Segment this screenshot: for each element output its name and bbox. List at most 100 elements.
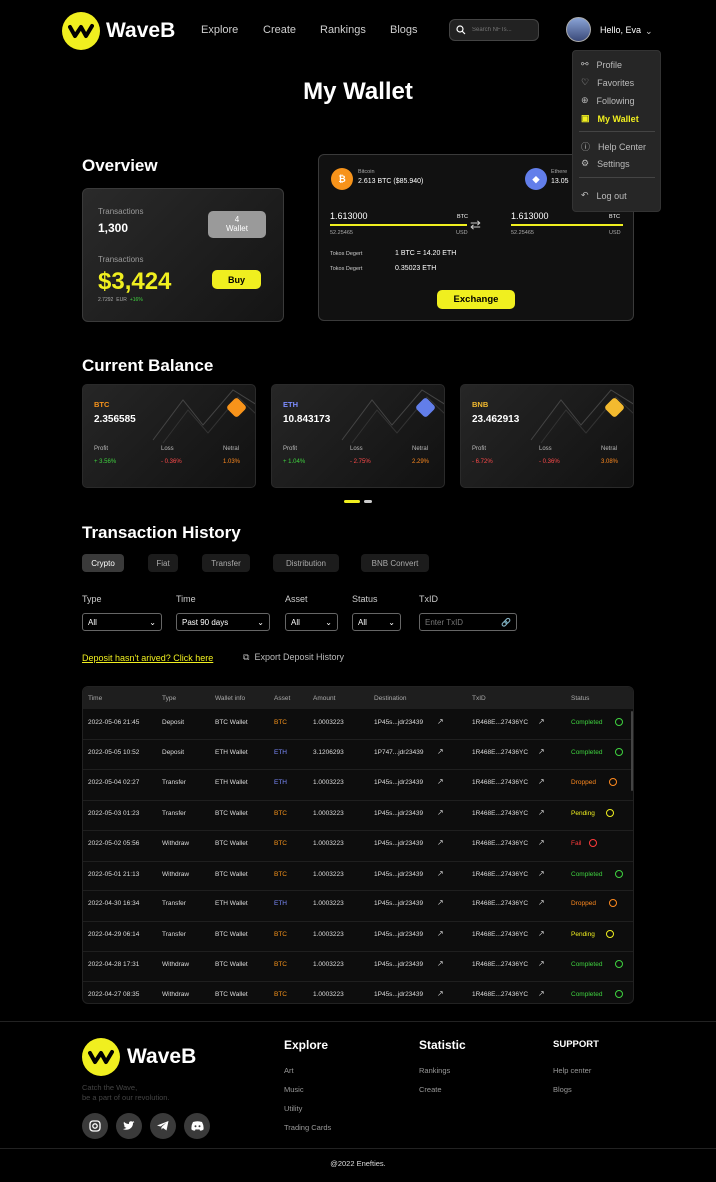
menu-my-wallet[interactable]: ▣ My Wallet: [581, 113, 639, 124]
table-row[interactable]: 2022-05-01 21:13 Withdraw BTC Wallet BTC 1.0…: [83, 869, 633, 883]
table-row[interactable]: 2022-05-03 01:23 Transfer BTC Wallet BTC 1.0…: [83, 808, 633, 822]
cell-type: Deposit: [162, 719, 185, 726]
search-icon: [456, 25, 466, 35]
avatar[interactable]: [566, 17, 591, 42]
table-row[interactable]: 2022-04-27 08:35 Withdraw BTC Wallet BTC 1.0…: [83, 989, 633, 1003]
footer-logo-icon[interactable]: [82, 1038, 120, 1076]
footer-link-help[interactable]: Help center: [553, 1066, 591, 1075]
time-select[interactable]: Past 90 days ⌄: [176, 613, 270, 631]
balance-card-eth[interactable]: ETH 10.843173 Profit + 1.04% Loss - 2.75…: [271, 384, 445, 488]
table-row[interactable]: 2022-04-30 16:34 Transfer ETH Wallet ETH 1.0…: [83, 898, 633, 912]
discord-icon[interactable]: [184, 1113, 210, 1139]
menu-favorites[interactable]: ♡ Favorites: [581, 77, 634, 88]
logo-icon[interactable]: [62, 12, 100, 50]
copy-link-icon[interactable]: ↗: [437, 717, 444, 726]
tab-bnb-convert[interactable]: BNB Convert: [361, 554, 429, 572]
brand-name[interactable]: WaveB: [106, 19, 175, 43]
twitter-icon[interactable]: [116, 1113, 142, 1139]
status-select[interactable]: All ⌄: [352, 613, 401, 631]
wallet-button[interactable]: 4 Wallet: [208, 211, 266, 238]
menu-following[interactable]: ⊕ Following: [581, 95, 635, 106]
menu-help-center[interactable]: ⓘ Help Center: [581, 140, 646, 153]
cell-status: Dropped: [571, 900, 596, 907]
table-row[interactable]: 2022-05-04 02:27 Transfer ETH Wallet ETH 1.0…: [83, 777, 633, 791]
to-value[interactable]: 1.613000: [511, 211, 549, 221]
footer-link-rankings[interactable]: Rankings: [419, 1066, 450, 1075]
copy-link-icon[interactable]: ↗: [437, 808, 444, 817]
copy-link-icon[interactable]: ↗: [437, 777, 444, 786]
txid-input[interactable]: Enter TxID 🔗: [419, 613, 517, 631]
menu-logout[interactable]: ↶ Log out: [581, 190, 627, 201]
greeting[interactable]: Hello, Eva: [600, 25, 641, 35]
search-input[interactable]: [472, 27, 522, 33]
copy-link-icon[interactable]: ↗: [538, 717, 545, 726]
from-value[interactable]: 1.613000: [330, 211, 368, 221]
exchange-button[interactable]: Exchange: [437, 290, 515, 309]
telegram-icon[interactable]: [150, 1113, 176, 1139]
footer-link-create[interactable]: Create: [419, 1085, 442, 1094]
copy-link-icon[interactable]: ↗: [538, 989, 545, 998]
nav-explore[interactable]: Explore: [201, 24, 238, 36]
tx-label: Transactions: [98, 207, 144, 216]
type-select[interactable]: All ⌄: [82, 613, 162, 631]
swap-icon[interactable]: ⇄: [470, 217, 481, 233]
to-coin-name[interactable]: Ethere: [551, 169, 567, 175]
footer-link-blogs[interactable]: Blogs: [553, 1085, 572, 1094]
buy-button[interactable]: Buy: [212, 270, 261, 289]
balance-card-bnb[interactable]: BNB 23.462913 Profit - 6.72% Loss - 0.36…: [460, 384, 634, 488]
menu-settings[interactable]: ⚙ Settings: [581, 158, 630, 169]
copy-link-icon[interactable]: ↗: [437, 989, 444, 998]
nav-blogs[interactable]: Blogs: [390, 24, 418, 36]
footer-link-music[interactable]: Music: [284, 1085, 304, 1094]
carousel-dot[interactable]: [364, 500, 372, 503]
table-row[interactable]: 2022-05-05 10:52 Deposit ETH Wallet ETH 3.12…: [83, 747, 633, 761]
cell-txid: 1R468E...27436YC: [472, 840, 529, 847]
tab-distribution[interactable]: Distribution: [273, 554, 339, 572]
scrollbar[interactable]: [631, 711, 633, 791]
search-box[interactable]: [449, 19, 539, 41]
profit-label: Profit: [283, 446, 298, 452]
tab-fiat[interactable]: Fiat: [148, 554, 178, 572]
cell-type: Transfer: [162, 810, 186, 817]
table-row[interactable]: 2022-05-06 21:45 Deposit BTC Wallet BTC 1.00…: [83, 717, 633, 731]
copy-link-icon[interactable]: ↗: [538, 808, 545, 817]
deposit-link[interactable]: Deposit hasn't arived? Click here: [82, 653, 213, 663]
cell-amount: 1.0003223: [313, 931, 344, 938]
footer-link-art[interactable]: Art: [284, 1066, 294, 1075]
menu-profile[interactable]: ⚯ Profile: [581, 59, 622, 70]
asset-select[interactable]: All ⌄: [285, 613, 338, 631]
column-header: Time: [88, 695, 103, 702]
copy-link-icon[interactable]: ↗: [538, 747, 545, 756]
copy-link-icon[interactable]: ↗: [437, 869, 444, 878]
table-row[interactable]: 2022-05-02 05:56 Withdraw BTC Wallet BTC 1.0…: [83, 838, 633, 852]
from-coin-name[interactable]: Bitcoin: [358, 169, 375, 175]
copy-link-icon[interactable]: ↗: [538, 929, 545, 938]
table-row[interactable]: 2022-04-29 06:14 Transfer BTC Wallet BTC 1.0…: [83, 929, 633, 943]
carousel-dot-active[interactable]: [344, 500, 360, 503]
nav-create[interactable]: Create: [263, 24, 296, 36]
profit-value: + 1.04%: [283, 459, 306, 465]
copy-link-icon[interactable]: ↗: [437, 898, 444, 907]
export-button[interactable]: ⧉ Export Deposit History: [243, 652, 344, 663]
footer-link-utility[interactable]: Utility: [284, 1104, 302, 1113]
cell-status: Fail: [571, 840, 582, 847]
profit-value: + 3.56%: [94, 459, 117, 465]
copy-link-icon[interactable]: ↗: [437, 929, 444, 938]
copy-link-icon[interactable]: ↗: [538, 959, 545, 968]
copy-link-icon[interactable]: ↗: [538, 869, 545, 878]
instagram-icon[interactable]: [82, 1113, 108, 1139]
copy-link-icon[interactable]: ↗: [437, 959, 444, 968]
footer-link-trading-cards[interactable]: Trading Cards: [284, 1123, 331, 1132]
copy-link-icon[interactable]: ↗: [538, 777, 545, 786]
table-row[interactable]: 2022-04-28 17:31 Withdraw BTC Wallet BTC 1.0…: [83, 959, 633, 973]
balance-card-btc[interactable]: BTC 2.356585 Profit + 3.56% Loss - 0.36%…: [82, 384, 256, 488]
copy-link-icon[interactable]: ↗: [538, 838, 545, 847]
nav-rankings[interactable]: Rankings: [320, 24, 366, 36]
tab-crypto[interactable]: Crypto: [82, 554, 124, 572]
copy-link-icon[interactable]: ↗: [437, 838, 444, 847]
copy-link-icon[interactable]: ↗: [538, 898, 545, 907]
logout-icon: ↶: [581, 190, 589, 200]
tab-transfer[interactable]: Transfer: [202, 554, 250, 572]
copy-link-icon[interactable]: ↗: [437, 747, 444, 756]
chevron-down-icon[interactable]: ⌄: [645, 26, 653, 37]
